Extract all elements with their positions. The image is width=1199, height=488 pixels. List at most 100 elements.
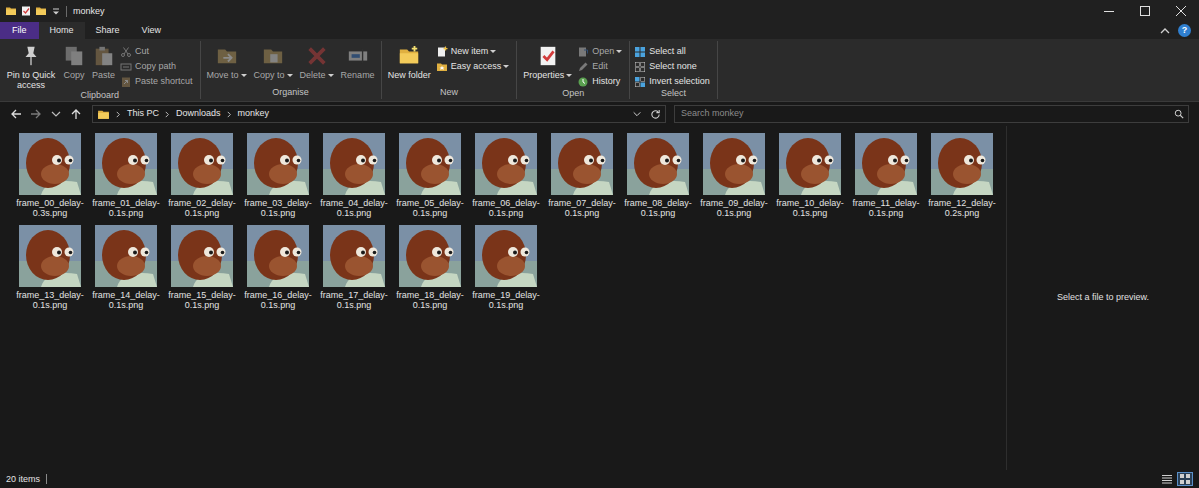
up-arrow-icon[interactable] <box>68 108 84 120</box>
address-bar[interactable]: This PC Downloads monkey <box>92 105 666 123</box>
button-label: Edit <box>592 61 608 71</box>
image-thumbnail <box>703 133 765 195</box>
minimize-icon[interactable] <box>1091 0 1127 22</box>
small-button-stack: Select all Select none Invert selection <box>634 44 713 88</box>
delete-button[interactable]: Delete <box>298 44 336 87</box>
properties-icon[interactable] <box>20 5 32 17</box>
dropdown-arrow-icon[interactable] <box>287 74 293 77</box>
copy-button[interactable]: Copy <box>61 44 87 90</box>
easy-access-button[interactable]: Easy access <box>436 60 513 73</box>
file-item[interactable]: frame_03_delay-0.1s.png <box>240 132 316 220</box>
file-item[interactable]: frame_16_delay-0.1s.png <box>240 224 316 312</box>
dropdown-arrow-icon[interactable] <box>490 50 496 53</box>
move-to-button[interactable]: Move to <box>205 44 249 87</box>
ribbon: Pin to Quick accessCopy Paste Cut Copy path… <box>0 39 1199 102</box>
properties-button[interactable]: Properties <box>521 44 574 88</box>
ribbon-tab[interactable]: View <box>131 22 172 39</box>
invert-selection-button[interactable]: Invert selection <box>634 75 713 88</box>
copy-path-icon <box>120 61 132 73</box>
select-all-button[interactable]: Select all <box>634 45 713 58</box>
breadcrumb-item[interactable]: This PC <box>127 107 159 121</box>
copy-to-button[interactable]: Copy to <box>252 44 295 87</box>
file-name: frame_01_delay-0.1s.png <box>89 198 163 218</box>
new-folder-button[interactable]: New folder <box>386 44 433 87</box>
rename-button[interactable]: Rename <box>339 44 377 87</box>
forward-arrow-icon[interactable] <box>28 108 44 120</box>
file-item[interactable]: frame_10_delay-0.1s.png <box>772 132 848 220</box>
chevron-icon[interactable] <box>164 111 171 118</box>
file-item[interactable]: frame_04_delay-0.1s.png <box>316 132 392 220</box>
help-icon[interactable]: ? <box>1178 24 1191 37</box>
file-item[interactable]: frame_07_delay-0.1s.png <box>544 132 620 220</box>
easy-access-icon <box>436 61 448 73</box>
small-button-stack: Cut Copy path Paste shortcut <box>120 44 196 90</box>
new-folder-icon[interactable] <box>35 5 47 17</box>
refresh-icon[interactable] <box>650 109 661 120</box>
copy-path-button[interactable]: Copy path <box>120 60 196 73</box>
file-item[interactable]: frame_01_delay-0.1s.png <box>88 132 164 220</box>
file-item[interactable]: frame_19_delay-0.1s.png <box>468 224 544 312</box>
file-list: frame_00_delay-0.3s.pngframe_01_delay-0.… <box>0 126 1006 470</box>
small-button-stack: New item Easy access <box>436 44 513 87</box>
button-label: Rename <box>341 70 375 80</box>
dropdown-arrow-icon[interactable] <box>328 74 334 77</box>
file-item[interactable]: frame_05_delay-0.1s.png <box>392 132 468 220</box>
button-label: History <box>592 76 620 86</box>
pin-to-quick-access-button[interactable]: Pin to Quick access <box>4 44 58 90</box>
dropdown-arrow-icon[interactable] <box>566 74 572 77</box>
new-item-button[interactable]: New item <box>436 45 513 58</box>
file-name: frame_15_delay-0.1s.png <box>165 290 239 310</box>
file-item[interactable]: frame_08_delay-0.1s.png <box>620 132 696 220</box>
search-box[interactable] <box>674 105 1189 123</box>
dropdown-arrow-icon[interactable] <box>616 50 622 53</box>
button-label-wrap: Paste <box>92 70 115 80</box>
dropdown-arrow-icon[interactable] <box>503 65 509 68</box>
file-item[interactable]: frame_02_delay-0.1s.png <box>164 132 240 220</box>
select-none-button[interactable]: Select none <box>634 60 713 73</box>
breadcrumb-item[interactable]: monkey <box>238 107 270 121</box>
edit-button[interactable]: Edit <box>577 60 625 73</box>
collapse-ribbon-icon[interactable] <box>1160 26 1170 36</box>
file-item[interactable]: frame_09_delay-0.1s.png <box>696 132 772 220</box>
close-icon[interactable] <box>1163 0 1199 22</box>
address-dropdown-icon[interactable] <box>632 109 642 119</box>
file-item[interactable]: frame_06_delay-0.1s.png <box>468 132 544 220</box>
search-input[interactable] <box>679 107 1174 121</box>
details-view-icon[interactable] <box>1159 472 1175 486</box>
ribbon-tab[interactable]: Home <box>39 22 85 39</box>
customize-dropdown-icon[interactable] <box>50 5 62 17</box>
paste-button[interactable]: Paste <box>90 44 117 90</box>
item-count: 20 items <box>6 474 47 484</box>
ribbon-tab[interactable]: Share <box>85 22 131 39</box>
button-label: Move to <box>207 70 239 80</box>
file-item[interactable]: frame_13_delay-0.1s.png <box>12 224 88 312</box>
paste-shortcut-button[interactable]: Paste shortcut <box>120 75 196 88</box>
file-item[interactable]: frame_18_delay-0.1s.png <box>392 224 468 312</box>
recent-locations-icon[interactable] <box>48 108 64 120</box>
rename-icon <box>347 44 369 70</box>
history-button[interactable]: History <box>577 75 625 88</box>
back-arrow-icon[interactable] <box>8 108 24 120</box>
image-thumbnail <box>171 133 233 195</box>
file-item[interactable]: frame_15_delay-0.1s.png <box>164 224 240 312</box>
file-item[interactable]: frame_12_delay-0.2s.png <box>924 132 1000 220</box>
breadcrumb-item[interactable]: Downloads <box>176 107 221 121</box>
file-name: frame_19_delay-0.1s.png <box>469 290 543 310</box>
move-to-icon <box>216 44 238 70</box>
file-item[interactable]: frame_14_delay-0.1s.png <box>88 224 164 312</box>
search-icon[interactable] <box>1174 109 1184 119</box>
chevron-icon[interactable] <box>226 111 233 118</box>
button-label: New folder <box>388 70 431 80</box>
button-label-wrap: New folder <box>388 70 431 80</box>
cut-button[interactable]: Cut <box>120 45 196 58</box>
file-item[interactable]: frame_00_delay-0.3s.png <box>12 132 88 220</box>
new-item-icon <box>436 46 448 58</box>
ribbon-tab[interactable]: File <box>0 22 39 39</box>
file-item[interactable]: frame_17_delay-0.1s.png <box>316 224 392 312</box>
thumbnails-view-icon[interactable] <box>1177 472 1193 486</box>
dropdown-arrow-icon[interactable] <box>241 74 247 77</box>
file-item[interactable]: frame_11_delay-0.1s.png <box>848 132 924 220</box>
maximize-icon[interactable] <box>1127 0 1163 22</box>
open-button[interactable]: Open <box>577 45 625 58</box>
chevron-icon[interactable] <box>115 111 122 118</box>
